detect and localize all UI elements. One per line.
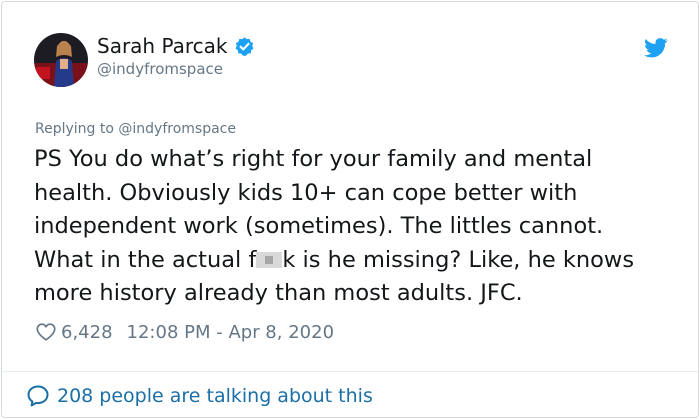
replying-to-label: Replying to xyxy=(35,121,114,137)
author-display-name[interactable]: Sarah Parcak xyxy=(97,34,255,58)
avatar-image xyxy=(34,33,88,87)
tweet-meta-row: 6,428 12:08 PM - Apr 8, 2020 xyxy=(35,320,334,344)
like-count[interactable]: 6,428 xyxy=(61,322,113,343)
footer-divider xyxy=(2,371,698,372)
twitter-bird-icon[interactable] xyxy=(644,38,668,58)
tweet-card: Sarah Parcak @indyfromspace Replying to … xyxy=(1,1,699,418)
talking-about-label[interactable]: 208 people are talking about this xyxy=(57,385,373,407)
avatar[interactable] xyxy=(34,33,88,87)
replying-to-line: Replying to @indyfromspace xyxy=(35,121,236,137)
speech-bubble-icon xyxy=(27,385,49,407)
talking-about-link[interactable]: 208 people are talking about this xyxy=(26,383,373,409)
heart-icon[interactable] xyxy=(35,321,57,343)
replying-to-mention[interactable]: @indyfromspace xyxy=(118,121,236,137)
tweet-text: PS You do what’s right for your family a… xyxy=(34,143,654,311)
censored-word-block xyxy=(256,251,283,268)
tweet-timestamp[interactable]: 12:08 PM - Apr 8, 2020 xyxy=(127,322,334,343)
author-name-text[interactable]: Sarah Parcak xyxy=(97,34,228,58)
author-handle[interactable]: @indyfromspace xyxy=(97,60,223,78)
verified-badge-icon xyxy=(235,36,253,56)
